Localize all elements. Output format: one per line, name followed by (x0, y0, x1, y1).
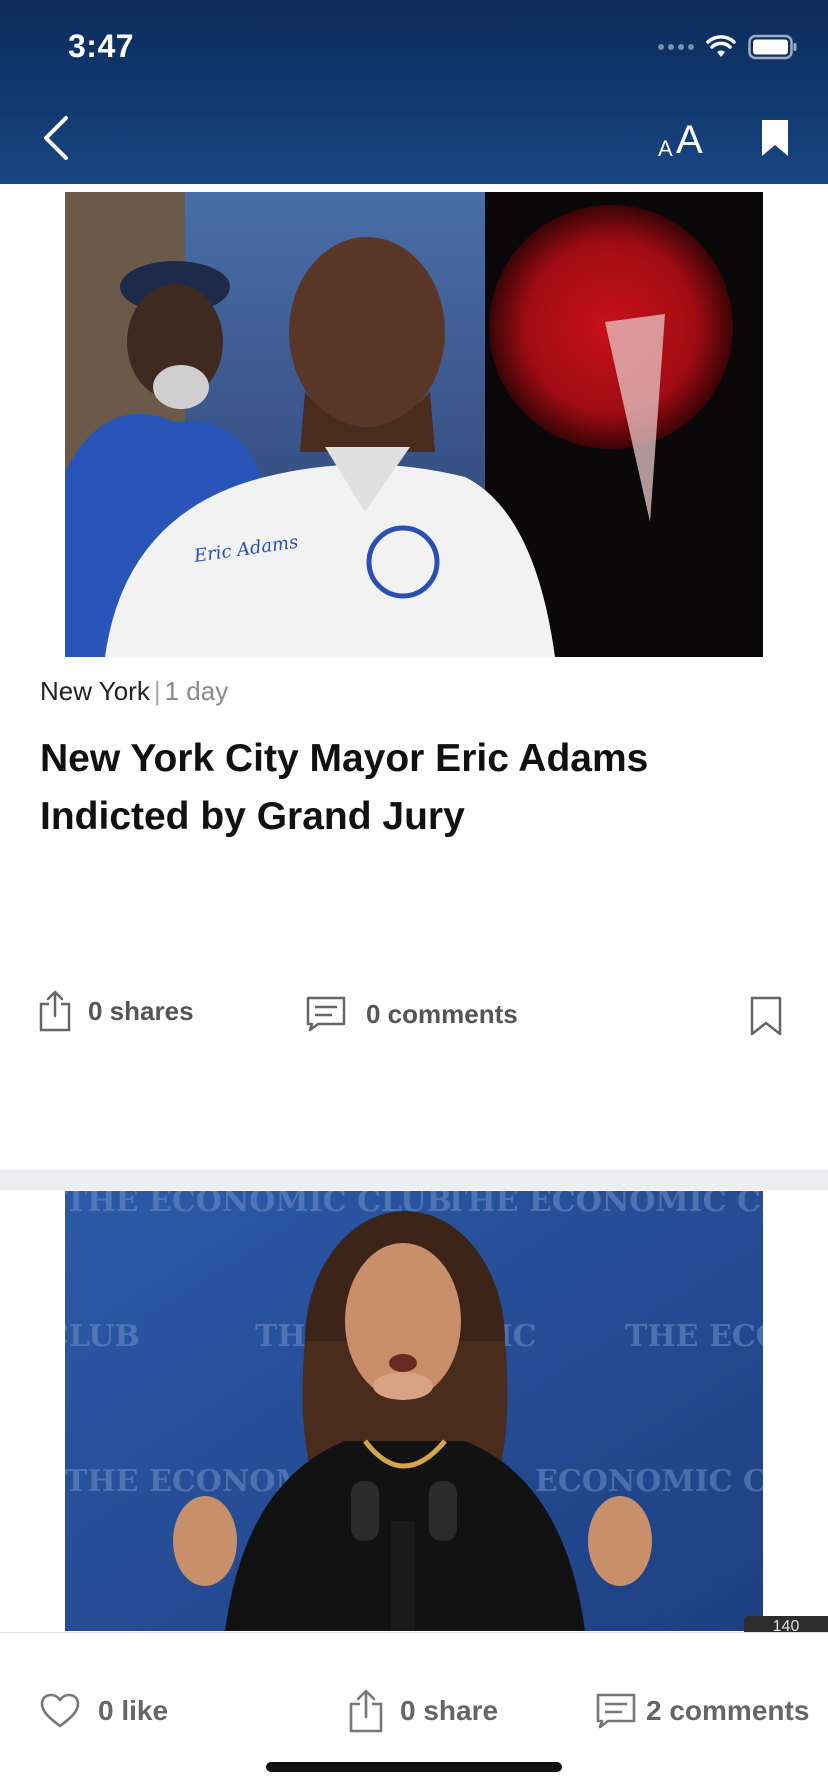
comments-count: 2 comments (646, 1695, 810, 1726)
share-button[interactable]: 0 shares (38, 990, 194, 1032)
status-time: 3:47 (68, 28, 135, 64)
article-meta: New York | 1 day (40, 676, 228, 707)
svg-text:THE ECO: THE ECO (625, 1319, 763, 1354)
home-indicator[interactable] (266, 1762, 562, 1772)
svg-text:CLUB: CLUB (65, 1319, 140, 1354)
save-article-button[interactable] (750, 996, 782, 1036)
like-count: 0 like (98, 1695, 169, 1726)
share-icon (39, 990, 71, 1032)
svg-text:ECONOMIC CLUB: ECONOMIC CLUB (535, 1464, 763, 1499)
article-headline[interactable]: New York City Mayor Eric Adams Indicted … (40, 730, 790, 846)
article-age: 1 day (164, 676, 229, 706)
heart-icon (40, 1693, 80, 1728)
article-divider (0, 1170, 828, 1190)
back-chevron-icon[interactable] (40, 114, 74, 162)
comments-button[interactable]: 0 comments (306, 996, 518, 1032)
like-button[interactable]: 0 like (40, 1693, 168, 1729)
bookmark-icon[interactable] (760, 118, 790, 158)
signal-icon (658, 44, 694, 50)
comment-icon (596, 1693, 636, 1729)
comments-button[interactable]: 2 comments (596, 1693, 809, 1729)
app-header: 3:47 A A (0, 0, 828, 184)
article-image-eric-adams[interactable]: Eric Adams (65, 192, 763, 657)
comments-count: 0 comments (366, 998, 518, 1029)
text-size-small: A (658, 136, 673, 161)
article-image-kamala-harris[interactable]: THE ECONOMIC CLUB THE ECONOMIC CLUB CLUB… (65, 1191, 763, 1631)
svg-text:THE ECONOMIC CLUB: THE ECONOMIC CLUB (445, 1191, 763, 1219)
wifi-icon (706, 35, 736, 57)
text-size-button[interactable]: A A (654, 116, 724, 162)
share-button[interactable]: 0 share (348, 1689, 498, 1733)
battery-icon (748, 34, 797, 60)
bookmark-outline-icon (750, 996, 782, 1036)
section-label[interactable]: New York (40, 676, 150, 706)
status-icons (658, 34, 798, 60)
share-count: 0 share (400, 1695, 499, 1726)
meta-separator: | (153, 676, 161, 706)
comment-icon (306, 996, 346, 1032)
text-size-large: A (676, 118, 703, 162)
share-icon (349, 1689, 383, 1733)
article-actions: 0 shares 0 comments (0, 990, 828, 1046)
shares-count: 0 shares (88, 995, 194, 1026)
